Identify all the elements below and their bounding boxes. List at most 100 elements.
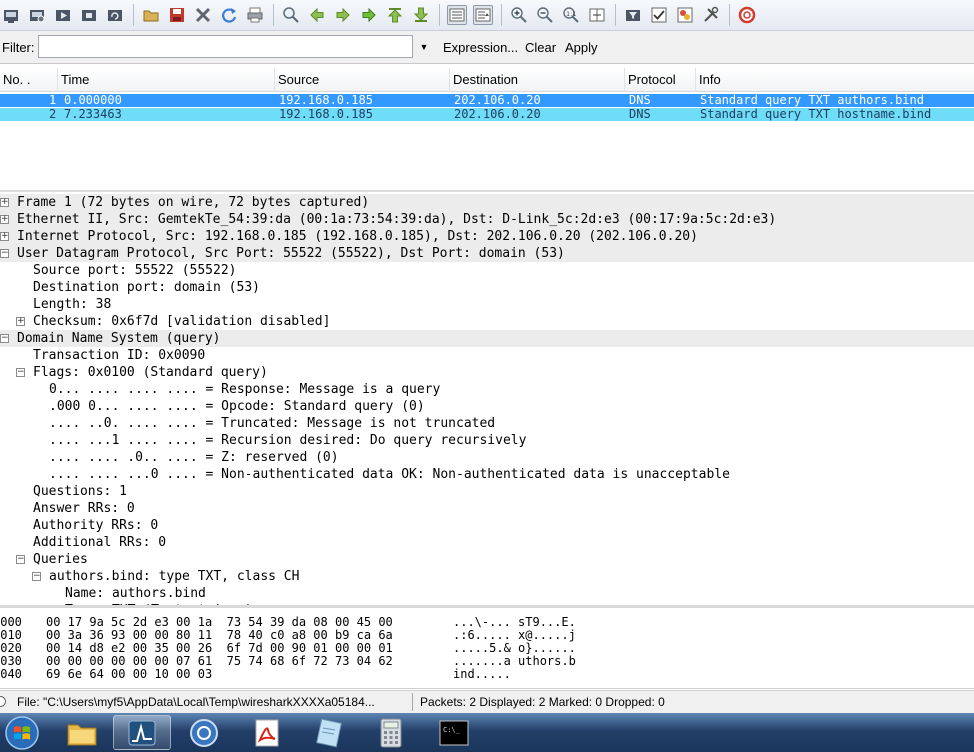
display-filters-icon[interactable] bbox=[649, 5, 669, 25]
packet-time: 0.000000 bbox=[64, 93, 122, 107]
save-file-icon[interactable] bbox=[167, 5, 187, 25]
capture-filters-icon[interactable] bbox=[623, 5, 643, 25]
packet-destination: 202.106.0.20 bbox=[454, 93, 541, 107]
column-header-protocol[interactable]: Protocol bbox=[625, 68, 696, 92]
packet-protocol: DNS bbox=[629, 93, 651, 107]
protocol-tree-field[interactable]: Authority RRs: 0 bbox=[0, 517, 974, 534]
start-orb-icon[interactable] bbox=[1, 714, 43, 751]
packet-no: 1 bbox=[49, 93, 57, 107]
collapse-icon[interactable]: − bbox=[32, 572, 41, 581]
reload-icon[interactable] bbox=[219, 5, 239, 25]
open-file-icon[interactable] bbox=[141, 5, 161, 25]
packet-row[interactable]: 2 7.233463 192.168.0.185 202.106.0.20 DN… bbox=[0, 108, 974, 121]
protocol-tree-header[interactable]: + Internet Protocol, Src: 192.168.0.185 (… bbox=[0, 228, 974, 245]
explorer-icon[interactable] bbox=[53, 715, 111, 750]
colorize-icon[interactable] bbox=[447, 5, 467, 25]
hex-ascii: ind..... bbox=[453, 667, 511, 681]
protocol-tree-field[interactable]: Name: authors.bind bbox=[0, 585, 974, 602]
expand-icon[interactable]: + bbox=[0, 215, 9, 224]
capture-options-icon[interactable] bbox=[27, 5, 47, 25]
tree-field-text: Internet Protocol, Src: 192.168.0.185 (1… bbox=[17, 229, 698, 244]
resize-columns-icon[interactable] bbox=[587, 5, 607, 25]
protocol-tree-field[interactable]: − authors.bind: type TXT, class CH bbox=[0, 568, 974, 585]
protocol-tree-field[interactable]: Additional RRs: 0 bbox=[0, 534, 974, 551]
go-to-packet-icon[interactable] bbox=[359, 5, 379, 25]
expression-button[interactable]: Expression... bbox=[443, 40, 518, 55]
clear-button[interactable]: Clear bbox=[525, 40, 556, 55]
protocol-tree-field[interactable]: Length: 38 bbox=[0, 296, 974, 313]
go-back-icon[interactable] bbox=[307, 5, 327, 25]
protocol-tree-field[interactable]: .... ..0. .... .... = Truncated: Message… bbox=[0, 415, 974, 432]
protocol-tree-field[interactable]: .... .... .0.. .... = Z: reserved (0) bbox=[0, 449, 974, 466]
protocol-tree-field[interactable]: − Queries bbox=[0, 551, 974, 568]
expand-icon[interactable]: + bbox=[16, 317, 25, 326]
restart-capture-icon[interactable] bbox=[105, 5, 125, 25]
toolbar-separator bbox=[273, 4, 274, 26]
protocol-tree-header[interactable]: − User Datagram Protocol, Src Port: 55522… bbox=[0, 245, 974, 262]
collapse-icon[interactable]: − bbox=[0, 249, 9, 258]
collapse-icon[interactable]: − bbox=[0, 334, 9, 343]
hex-offset: 0040 bbox=[0, 667, 22, 681]
column-header-source[interactable]: Source bbox=[275, 68, 450, 92]
protocol-tree-field[interactable]: .... .... ...0 .... = Non-authenticated … bbox=[0, 466, 974, 483]
protocol-tree-header[interactable]: + Ethernet II, Src: GemtekTe_54:39:da (00… bbox=[0, 211, 974, 228]
wireshark-icon[interactable] bbox=[113, 715, 171, 750]
filter-bar: Filter: ▼ Expression... Clear Apply bbox=[0, 31, 974, 64]
zoom-normal-icon[interactable]: 1:1 bbox=[561, 5, 581, 25]
protocol-tree-field[interactable]: .000 0... .... .... = Opcode: Standard q… bbox=[0, 398, 974, 415]
column-header-destination[interactable]: Destination bbox=[450, 68, 625, 92]
collapse-icon[interactable]: − bbox=[16, 368, 25, 377]
column-header-info[interactable]: Info bbox=[696, 68, 974, 92]
protocol-tree-field[interactable]: + Checksum: 0x6f7d [validation disabled] bbox=[0, 313, 974, 330]
protocol-tree-field[interactable]: Source port: 55522 (55522) bbox=[0, 262, 974, 279]
packet-no: 2 bbox=[49, 107, 57, 121]
preferences-icon[interactable] bbox=[701, 5, 721, 25]
zoom-in-icon[interactable] bbox=[509, 5, 529, 25]
expand-icon[interactable]: + bbox=[0, 232, 9, 241]
protocol-tree-header[interactable]: − Domain Name System (query) bbox=[0, 330, 974, 347]
protocol-tree-field[interactable]: Questions: 1 bbox=[0, 483, 974, 500]
column-header-no[interactable]: No. . bbox=[0, 68, 58, 92]
expert-info-icon[interactable] bbox=[0, 696, 6, 707]
tree-field-text: Additional RRs: 0 bbox=[33, 535, 167, 550]
protocol-tree-field[interactable]: − Flags: 0x0100 (Standard query) bbox=[0, 364, 974, 381]
protocol-tree-field[interactable]: Type: TXT (Text strings) bbox=[0, 602, 974, 605]
column-header-time[interactable]: Time bbox=[58, 68, 275, 92]
protocol-tree-field[interactable]: .... ...1 .... .... = Recursion desired:… bbox=[0, 432, 974, 449]
interface-list-icon[interactable] bbox=[1, 5, 21, 25]
cmd-icon[interactable]: C:\_ bbox=[425, 715, 483, 750]
find-packet-icon[interactable] bbox=[281, 5, 301, 25]
coloring-rules-icon[interactable] bbox=[675, 5, 695, 25]
apply-button[interactable]: Apply bbox=[565, 40, 598, 55]
tree-field-text: Answer RRs: 0 bbox=[33, 501, 135, 516]
close-file-icon[interactable] bbox=[193, 5, 213, 25]
help-icon[interactable] bbox=[737, 5, 757, 25]
packet-list: No. . Time Source Destination Protocol I… bbox=[0, 66, 974, 192]
svg-text:C:\_: C:\_ bbox=[443, 726, 461, 734]
media-player-icon[interactable] bbox=[175, 715, 233, 750]
protocol-tree-field[interactable]: 0... .... .... .... = Response: Message … bbox=[0, 381, 974, 398]
tree-field-text: Destination port: domain (53) bbox=[33, 280, 260, 295]
stop-capture-icon[interactable] bbox=[79, 5, 99, 25]
calculator-icon[interactable] bbox=[362, 715, 420, 750]
zoom-out-icon[interactable] bbox=[535, 5, 555, 25]
protocol-tree-header[interactable]: + Frame 1 (72 bytes on wire, 72 bytes cap… bbox=[0, 194, 974, 211]
protocol-tree-field[interactable]: Destination port: domain (53) bbox=[0, 279, 974, 296]
acrobat-icon[interactable] bbox=[238, 715, 296, 750]
protocol-tree-field[interactable]: Transaction ID: 0x0090 bbox=[0, 347, 974, 364]
chevron-down-icon[interactable]: ▼ bbox=[416, 39, 432, 55]
go-forward-icon[interactable] bbox=[333, 5, 353, 25]
notepad-icon[interactable] bbox=[300, 715, 358, 750]
status-divider bbox=[412, 693, 413, 711]
collapse-icon[interactable]: − bbox=[16, 555, 25, 564]
print-icon[interactable] bbox=[245, 5, 265, 25]
start-capture-icon[interactable] bbox=[53, 5, 73, 25]
tree-field-text: Flags: 0x0100 (Standard query) bbox=[33, 365, 268, 380]
go-first-icon[interactable] bbox=[385, 5, 405, 25]
packet-row[interactable]: 1 0.000000 192.168.0.185 202.106.0.20 DN… bbox=[0, 94, 974, 107]
protocol-tree-field[interactable]: Answer RRs: 0 bbox=[0, 500, 974, 517]
go-last-icon[interactable] bbox=[411, 5, 431, 25]
filter-input[interactable] bbox=[38, 35, 413, 58]
expand-icon[interactable]: + bbox=[0, 198, 9, 207]
auto-scroll-icon[interactable] bbox=[473, 5, 493, 25]
